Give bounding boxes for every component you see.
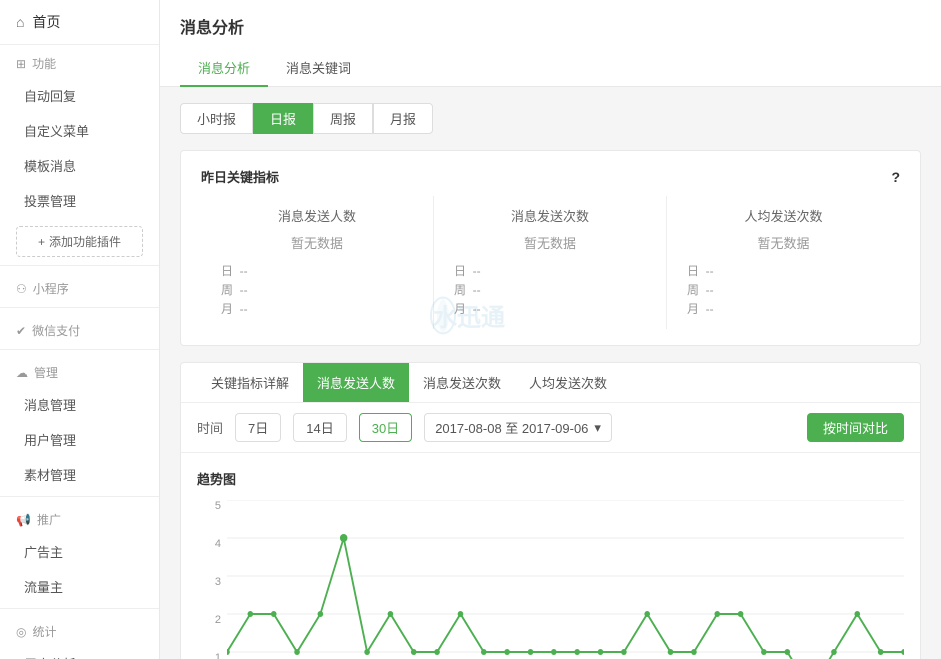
y-label-5: 5: [215, 500, 221, 512]
sidebar-section-stats: ◎ 统计: [0, 613, 159, 646]
kpi-send-count-detail: 日 -- 周 -- 月 --: [454, 262, 646, 317]
kpi-card: 昨日关键指标 ? 消息发送人数 暂无数据 日 -- 周 -- 月 -- 消息发送…: [180, 150, 921, 346]
sidebar-item-template-msg[interactable]: 模板消息: [0, 148, 159, 183]
divider2: [0, 307, 159, 308]
sidebar-home-item[interactable]: ⌂ 首页: [0, 0, 159, 45]
sidebar-section-miniapp: ⚇ 小程序: [0, 270, 159, 303]
chart-container: 5 4 3 2 1: [197, 500, 904, 659]
kpi-senders-detail: 日 -- 周 -- 月 --: [221, 262, 413, 317]
add-plugin-button[interactable]: + 添加功能插件: [16, 226, 143, 257]
help-icon[interactable]: ?: [891, 169, 900, 185]
y-label-4: 4: [215, 538, 221, 550]
kpi-send-count-label: 消息发送次数: [454, 206, 646, 225]
chart-area: 趋势图 5 4 3 2 1: [181, 453, 920, 659]
divider1: [0, 265, 159, 266]
kpi-avg-count-label: 人均发送次数: [687, 206, 880, 225]
kpi-item-send-count: 消息发送次数 暂无数据 日 -- 周 -- 月 --: [434, 196, 667, 329]
tab-senders[interactable]: 消息发送人数: [303, 363, 409, 402]
check-circle-icon: ✔: [16, 324, 26, 338]
sidebar-home-label: 首页: [32, 12, 60, 32]
period-14-btn[interactable]: 14日: [293, 413, 346, 442]
compare-button[interactable]: 按时间对比: [807, 413, 904, 442]
sidebar-section-function: ⊞ 功能: [0, 45, 159, 78]
sidebar-section-wechat-pay: ✔ 微信支付: [0, 312, 159, 345]
sidebar-item-advertiser[interactable]: 广告主: [0, 534, 159, 569]
time-period-row: 时间 7日 14日 30日 2017-08-08 至 2017-09-06 ▾ …: [181, 403, 920, 453]
sidebar-item-material-manage[interactable]: 素材管理: [0, 457, 159, 492]
analytics-tab-bar: 关键指标详解 消息发送人数 消息发送次数 人均发送次数: [181, 363, 920, 403]
kpi-senders-label: 消息发送人数: [221, 206, 413, 225]
period-7-btn[interactable]: 7日: [235, 413, 281, 442]
sidebar-section-promote: 📢 推广: [0, 501, 159, 534]
sidebar-item-user-analysis[interactable]: 用户分析: [0, 646, 159, 659]
main-header: 消息分析 消息分析 消息关键词: [160, 0, 941, 87]
divider4: [0, 496, 159, 497]
divider3: [0, 349, 159, 350]
kpi-item-avg-count: 人均发送次数 暂无数据 日 -- 周 -- 月 --: [667, 196, 900, 329]
tab-msg-analysis[interactable]: 消息分析: [180, 50, 268, 87]
kpi-avg-count-value: 暂无数据: [687, 233, 880, 252]
chart-icon: ◎: [16, 625, 26, 639]
period-30-btn[interactable]: 30日: [359, 413, 412, 442]
kpi-avg-count-detail: 日 -- 周 -- 月 --: [687, 262, 880, 317]
time-filter: 小时报 日报 周报 月报: [180, 103, 921, 134]
calendar-icon: ▾: [594, 420, 601, 436]
y-label-2: 2: [215, 614, 221, 626]
kpi-card-title: 昨日关键指标 ?: [201, 167, 900, 186]
date-range-text: 2017-08-08 至 2017-09-06: [435, 418, 588, 437]
page-title: 消息分析: [180, 14, 921, 38]
y-axis: 5 4 3 2 1: [197, 500, 227, 659]
page-tab-nav: 消息分析 消息关键词: [180, 50, 921, 86]
sidebar-item-vote[interactable]: 投票管理: [0, 183, 159, 218]
y-label-1: 1: [215, 652, 221, 659]
tab-kpi-detail[interactable]: 关键指标详解: [197, 363, 303, 402]
date-range-picker[interactable]: 2017-08-08 至 2017-09-06 ▾: [424, 413, 612, 442]
sidebar-item-user-manage[interactable]: 用户管理: [0, 422, 159, 457]
kpi-item-senders: 消息发送人数 暂无数据 日 -- 周 -- 月 --: [201, 196, 434, 329]
plus-icon: +: [38, 235, 45, 249]
tab-avg-send[interactable]: 人均发送次数: [515, 363, 621, 402]
speaker-icon: 📢: [16, 513, 31, 527]
kpi-senders-value: 暂无数据: [221, 233, 413, 252]
chart-title: 趋势图: [197, 469, 904, 488]
daily-btn[interactable]: 日报: [253, 103, 313, 134]
sidebar-section-manage: ☁ 管理: [0, 354, 159, 387]
tab-msg-keywords[interactable]: 消息关键词: [268, 50, 369, 87]
manage-icon: ☁: [16, 366, 28, 380]
link-icon: ⚇: [16, 282, 27, 296]
kpi-send-count-value: 暂无数据: [454, 233, 646, 252]
sidebar-item-custom-menu[interactable]: 自定义菜单: [0, 113, 159, 148]
weekly-btn[interactable]: 周报: [313, 103, 373, 134]
tab-send-count[interactable]: 消息发送次数: [409, 363, 515, 402]
y-label-3: 3: [215, 576, 221, 588]
sidebar: ⌂ 首页 ⊞ 功能 自动回复 自定义菜单 模板消息 投票管理 + 添加功能插件 …: [0, 0, 160, 659]
time-label: 时间: [197, 418, 223, 437]
grid-icon: ⊞: [16, 57, 26, 71]
analytics-card: 关键指标详解 消息发送人数 消息发送次数 人均发送次数 时间 7日 14日 30…: [180, 362, 921, 659]
sidebar-item-msg-manage[interactable]: 消息管理: [0, 387, 159, 422]
sidebar-item-auto-reply[interactable]: 自动回复: [0, 78, 159, 113]
content-area: 小时报 日报 周报 月报 昨日关键指标 ? 消息发送人数 暂无数据 日 -- 周…: [160, 87, 941, 659]
monthly-btn[interactable]: 月报: [373, 103, 433, 134]
kpi-grid: 消息发送人数 暂无数据 日 -- 周 -- 月 -- 消息发送次数 暂无数据 日…: [201, 196, 900, 329]
main-content: 消息分析 消息分析 消息关键词 小时报 日报 周报 月报 昨日关键指标 ? 消息…: [160, 0, 941, 659]
hourly-btn[interactable]: 小时报: [180, 103, 253, 134]
home-icon: ⌂: [16, 14, 24, 30]
sidebar-item-traffic-owner[interactable]: 流量主: [0, 569, 159, 604]
line-chart-svg: [227, 500, 904, 659]
divider5: [0, 608, 159, 609]
